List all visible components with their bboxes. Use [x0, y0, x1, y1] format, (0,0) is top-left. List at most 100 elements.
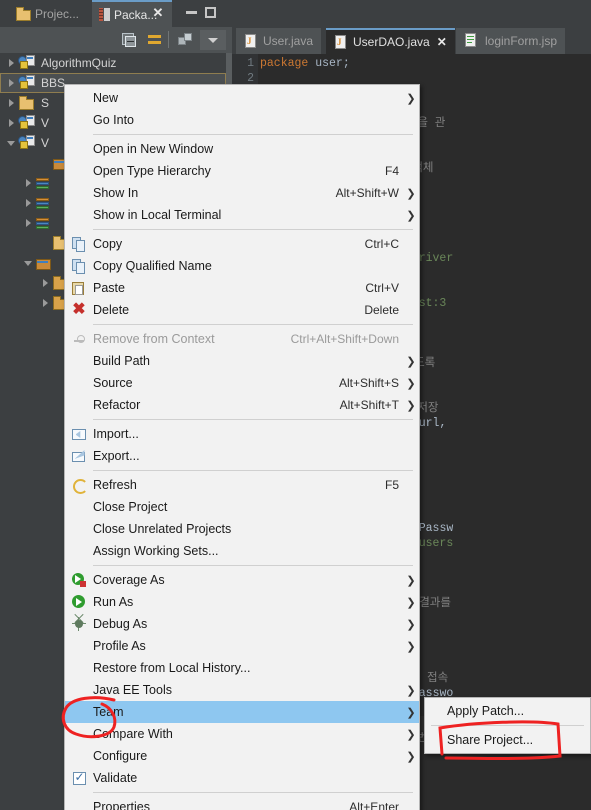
export-icon: [71, 449, 87, 463]
editor-tab-userdao-java[interactable]: J UserDAO.java ✕: [326, 28, 455, 54]
menu-item-coverage-as[interactable]: Coverage As ❯: [65, 569, 419, 591]
menu-item-icon-wrap: [65, 445, 93, 467]
maximize-view-button[interactable]: [205, 7, 216, 18]
editor-tab-loginform-jsp[interactable]: loginForm.jsp: [456, 28, 566, 54]
menu-item-source[interactable]: Source Alt+Shift+S ❯: [65, 372, 419, 394]
chevron-right-icon: ❯: [406, 399, 416, 412]
collapse-all-button[interactable]: [118, 30, 140, 50]
menu-item-icon-wrap: [65, 613, 93, 635]
menu-item-run-as[interactable]: Run As ❯: [65, 591, 419, 613]
menu-item-label: New: [93, 91, 119, 105]
chevron-right-icon: ❯: [406, 684, 416, 697]
project-context-menu[interactable]: New ❯ Go Into Open in New Window Open Type H…: [64, 84, 420, 810]
menu-item-copy-qualified-name[interactable]: Copy Qualified Name: [65, 255, 419, 277]
menu-item-import[interactable]: Import...: [65, 423, 419, 445]
tree-item-label: S: [41, 96, 50, 110]
menu-item-label: Open Type Hierarchy: [93, 164, 211, 178]
menu-item-icon-wrap: [65, 255, 93, 277]
chevron-right-icon[interactable]: [4, 93, 18, 113]
menu-item-java-ee-tools[interactable]: Java EE Tools ❯: [65, 679, 419, 701]
chevron-down-icon[interactable]: [4, 133, 18, 153]
menu-item-icon-wrap: [65, 204, 93, 226]
menu-item-label: Assign Working Sets...: [93, 544, 219, 558]
menu-separator: [93, 134, 413, 135]
menu-item-label: Compare With: [93, 727, 173, 741]
chevron-right-icon[interactable]: [21, 213, 35, 233]
editor-tab-label: UserDAO.java: [353, 35, 430, 49]
menu-item-compare-with[interactable]: Compare With ❯: [65, 723, 419, 745]
menu-item-properties[interactable]: Properties Alt+Enter: [65, 796, 419, 810]
menu-item-show-in[interactable]: Show In Alt+Shift+W ❯: [65, 182, 419, 204]
chevron-down-icon[interactable]: [21, 253, 35, 273]
tree-item-icon-wrap: [18, 135, 38, 151]
menu-item-new[interactable]: New ❯: [65, 87, 419, 109]
chevron-right-icon[interactable]: [4, 73, 18, 93]
tree-item-icon-wrap: [35, 175, 55, 191]
menu-item-debug-as[interactable]: Debug As ❯: [65, 613, 419, 635]
editor-tabbar-strip: [232, 0, 591, 28]
menu-item-icon-wrap: [65, 328, 93, 350]
close-icon[interactable]: ✕: [152, 6, 164, 19]
menu-item-shortcut: Alt+Enter: [349, 800, 399, 810]
menu-item-refresh[interactable]: Refresh F5: [65, 474, 419, 496]
menu-item-configure[interactable]: Configure ❯: [65, 745, 419, 767]
menu-item-icon-wrap: [65, 701, 93, 723]
menu-item-refactor[interactable]: Refactor Alt+Shift+T ❯: [65, 394, 419, 416]
tree-item-icon-wrap: [18, 95, 38, 111]
chevron-right-icon[interactable]: [4, 113, 18, 133]
submenu-item-apply-patch[interactable]: Apply Patch...: [425, 700, 590, 722]
delete-x-icon: ✖: [72, 301, 86, 318]
menu-item-assign-working-sets[interactable]: Assign Working Sets...: [65, 540, 419, 562]
menu-item-show-in-local-terminal[interactable]: Show in Local Terminal ❯: [65, 204, 419, 226]
chevron-right-icon[interactable]: [38, 273, 52, 293]
menu-item-label: Import...: [93, 427, 139, 441]
menu-item-label: Paste: [93, 281, 125, 295]
tree-item[interactable]: AlgorithmQuiz: [0, 53, 226, 73]
menu-item-profile-as[interactable]: Profile As ❯: [65, 635, 419, 657]
menu-item-copy[interactable]: Copy Ctrl+C: [65, 233, 419, 255]
menu-item-restore-from-local-history[interactable]: Restore from Local History...: [65, 657, 419, 679]
chevron-right-icon[interactable]: [38, 293, 52, 313]
menu-item-validate[interactable]: Validate: [65, 767, 419, 789]
minimize-view-button[interactable]: [186, 11, 197, 14]
menu-item-build-path[interactable]: Build Path ❯: [65, 350, 419, 372]
menu-item-label: Go Into: [93, 113, 134, 127]
menu-item-open-in-new-window[interactable]: Open in New Window: [65, 138, 419, 160]
menu-item-close-unrelated-projects[interactable]: Close Unrelated Projects: [65, 518, 419, 540]
menu-item-go-into[interactable]: Go Into: [65, 109, 419, 131]
editor-tab-user-java[interactable]: J User.java: [236, 28, 322, 54]
menu-item-close-project[interactable]: Close Project: [65, 496, 419, 518]
menu-item-icon-wrap: [65, 723, 93, 745]
menu-item-label: Delete: [93, 303, 130, 317]
close-icon[interactable]: ✕: [437, 35, 447, 49]
menu-item-label: Close Unrelated Projects: [93, 522, 232, 536]
run-icon: [71, 594, 87, 610]
chevron-right-icon[interactable]: [21, 193, 35, 213]
menu-separator: [93, 792, 413, 793]
menu-item-team[interactable]: Team ❯: [65, 701, 419, 723]
menu-item-icon-wrap: [65, 138, 93, 160]
view-tab-label: Packa...: [114, 7, 158, 22]
menu-item-open-type-hierarchy[interactable]: Open Type Hierarchy F4: [65, 160, 419, 182]
view-dropdown-button[interactable]: [200, 30, 226, 50]
menu-item-shortcut: Alt+Shift+W: [335, 186, 399, 200]
view-menu-button[interactable]: [174, 30, 196, 50]
menu-item-label: Profile As: [93, 639, 146, 653]
submenu-item-share-project[interactable]: Share Project...: [425, 729, 590, 751]
link-with-editor-button[interactable]: [144, 30, 166, 50]
refresh-icon: [72, 478, 88, 494]
menu-item-export[interactable]: Export...: [65, 445, 419, 467]
tree-item-label: V: [41, 136, 50, 150]
chevron-right-icon[interactable]: [21, 173, 35, 193]
coverage-icon: [71, 572, 87, 588]
editor-tab-label: loginForm.jsp: [485, 34, 558, 48]
chevron-right-icon[interactable]: [4, 53, 18, 73]
menu-item-paste[interactable]: Paste Ctrl+V: [65, 277, 419, 299]
code-line[interactable]: package user;: [260, 56, 591, 71]
menu-item-delete[interactable]: ✖ Delete Delete: [65, 299, 419, 321]
view-tab-project-explorer[interactable]: Projec...: [8, 0, 88, 27]
folder-icon: [18, 95, 34, 111]
menu-item-remove-from-context: Remove from Context Ctrl+Alt+Shift+Down: [65, 328, 419, 350]
team-submenu[interactable]: Apply Patch... Share Project...: [424, 697, 591, 754]
menu-item-label: Build Path: [93, 354, 150, 368]
